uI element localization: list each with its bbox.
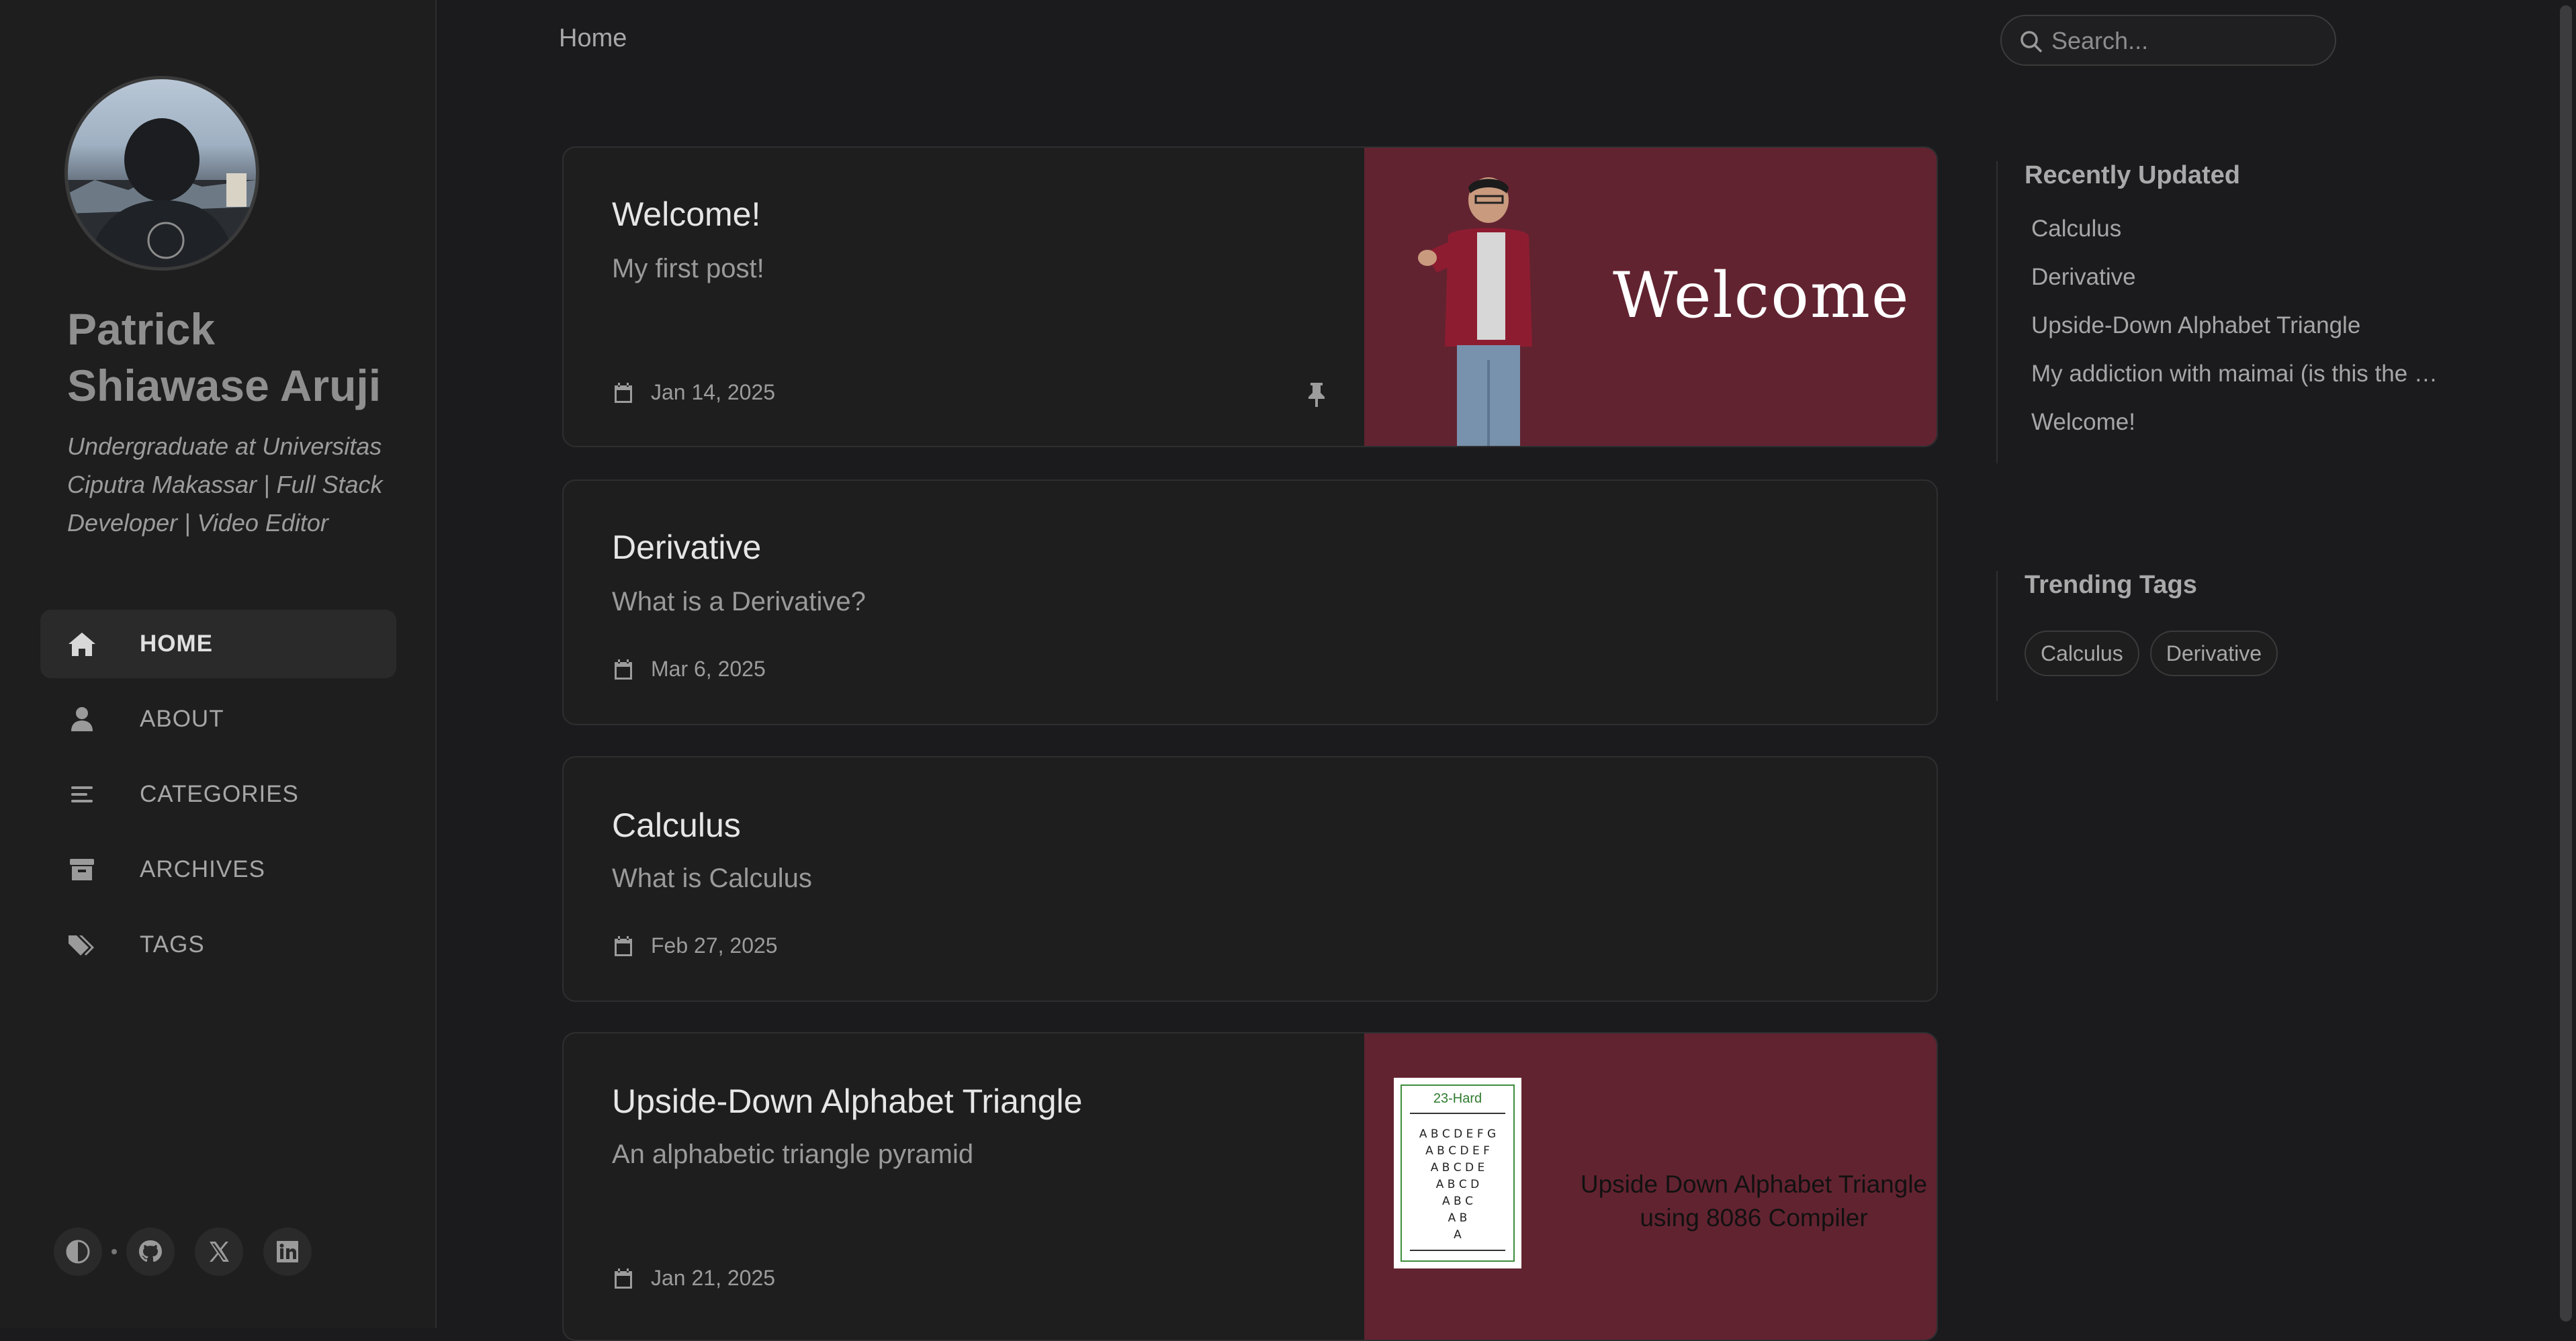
calendar-icon bbox=[615, 1268, 632, 1289]
post-title[interactable]: Derivative bbox=[612, 528, 761, 567]
list-item[interactable]: My addiction with maimai (is this the w… bbox=[2025, 350, 2448, 398]
search-icon bbox=[2020, 31, 2043, 53]
sidebar-item-home[interactable]: HOME bbox=[40, 610, 396, 678]
paper-lines: A B C D E F G A B C D E F A B C D E A B … bbox=[1419, 1127, 1497, 1242]
trending-tags-panel: Trending Tags Calculus Derivative bbox=[1996, 571, 2289, 701]
post-card-welcome[interactable]: Welcome! My first post! Jan 14, 2025 Wel… bbox=[562, 146, 1938, 447]
post-description: What is Calculus bbox=[612, 864, 812, 893]
banner-caption: Upside Down Alphabet Triangle using 8086… bbox=[1580, 1170, 1928, 1232]
calendar-icon bbox=[615, 382, 632, 403]
theme-toggle-icon[interactable] bbox=[54, 1228, 102, 1276]
scrollbar[interactable] bbox=[2556, 0, 2576, 1328]
post-meta: Jan 21, 2025 bbox=[612, 1266, 775, 1291]
pin-icon bbox=[1305, 381, 1328, 408]
separator-dot bbox=[112, 1249, 117, 1254]
sidebar-nav: HOME ABOUT CATEGORIES ARCHIVES TAGS bbox=[40, 610, 396, 986]
breadcrumb: Home bbox=[559, 24, 627, 52]
post-title[interactable]: Upside-Down Alphabet Triangle bbox=[612, 1082, 1082, 1121]
scrollbar-thumb[interactable] bbox=[2560, 5, 2572, 1322]
sidebar-item-label: HOME bbox=[140, 631, 213, 657]
recently-updated-list: Calculus Derivative Upside-Down Alphabet… bbox=[2025, 205, 2448, 447]
person-illustration bbox=[1418, 177, 1532, 446]
post-description: An alphabetic triangle pyramid bbox=[612, 1140, 974, 1169]
post-preview-image: Welcome bbox=[1364, 148, 1937, 446]
tag-chip[interactable]: Derivative bbox=[2149, 631, 2278, 676]
sidebar-item-label: TAGS bbox=[140, 931, 205, 958]
avatar[interactable] bbox=[64, 76, 259, 271]
site-title[interactable]: Patrick Shiawase Aruji bbox=[67, 301, 403, 414]
tag-chip[interactable]: Calculus bbox=[2025, 631, 2139, 676]
list-icon bbox=[67, 781, 97, 808]
panel-heading: Trending Tags bbox=[2025, 571, 2197, 599]
user-icon bbox=[67, 706, 97, 733]
paper-title: 23-Hard bbox=[1433, 1091, 1482, 1106]
sidebar-item-archives[interactable]: ARCHIVES bbox=[40, 835, 396, 904]
archive-icon bbox=[67, 856, 97, 883]
post-date: Mar 6, 2025 bbox=[651, 657, 766, 681]
calendar-icon bbox=[615, 659, 632, 680]
post-description: What is a Derivative? bbox=[612, 587, 866, 616]
tags-icon bbox=[67, 931, 97, 958]
github-icon[interactable] bbox=[126, 1228, 175, 1276]
post-card-alphabet-triangle[interactable]: Upside-Down Alphabet Triangle An alphabe… bbox=[562, 1032, 1938, 1341]
sidebar: Patrick Shiawase Aruji Undergraduate at … bbox=[0, 0, 437, 1328]
panel-heading: Recently Updated bbox=[2025, 161, 2240, 189]
linkedin-icon[interactable] bbox=[263, 1228, 312, 1276]
search-box[interactable] bbox=[2000, 15, 2336, 66]
sidebar-item-tags[interactable]: TAGS bbox=[40, 911, 396, 979]
list-item[interactable]: Derivative bbox=[2025, 253, 2448, 302]
site-tagline: Undergraduate at Universitas Ciputra Mak… bbox=[67, 432, 383, 537]
post-date: Feb 27, 2025 bbox=[651, 933, 778, 958]
x-twitter-icon[interactable] bbox=[195, 1228, 243, 1276]
list-item[interactable]: Upside-Down Alphabet Triangle bbox=[2025, 302, 2448, 350]
post-title[interactable]: Calculus bbox=[612, 806, 741, 845]
banner-text: Welcome bbox=[1613, 259, 1910, 332]
post-title[interactable]: Welcome! bbox=[612, 195, 760, 234]
post-date: Jan 21, 2025 bbox=[651, 1266, 776, 1290]
post-meta: Mar 6, 2025 bbox=[612, 657, 766, 682]
home-icon bbox=[67, 631, 97, 657]
sidebar-item-label: ABOUT bbox=[140, 706, 224, 732]
calendar-icon bbox=[615, 935, 632, 956]
post-meta: Feb 27, 2025 bbox=[612, 933, 778, 958]
search-input[interactable] bbox=[2050, 23, 2321, 59]
tag-list: Calculus Derivative bbox=[2025, 631, 2289, 676]
post-meta: Jan 14, 2025 bbox=[612, 380, 775, 405]
post-card-calculus[interactable]: Calculus What is Calculus Feb 27, 2025 bbox=[562, 756, 1938, 1002]
sidebar-item-label: CATEGORIES bbox=[140, 781, 299, 807]
list-item[interactable]: Calculus bbox=[2025, 205, 2448, 253]
post-preview-image: 23-Hard A B C D E F G A B C D E F A B C … bbox=[1364, 1033, 1937, 1340]
sidebar-item-about[interactable]: ABOUT bbox=[40, 685, 396, 753]
list-item[interactable]: Welcome! bbox=[2025, 398, 2448, 447]
post-card-derivative[interactable]: Derivative What is a Derivative? Mar 6, … bbox=[562, 479, 1938, 725]
code-output-paper: 23-Hard A B C D E F G A B C D E F A B C … bbox=[1394, 1078, 1521, 1268]
sidebar-item-categories[interactable]: CATEGORIES bbox=[40, 760, 396, 829]
post-description: My first post! bbox=[612, 254, 764, 283]
post-date: Jan 14, 2025 bbox=[651, 380, 776, 404]
recently-updated-panel: Recently Updated Calculus Derivative Ups… bbox=[1996, 161, 2448, 463]
sidebar-bottom bbox=[54, 1225, 332, 1279]
sidebar-item-label: ARCHIVES bbox=[140, 856, 265, 882]
